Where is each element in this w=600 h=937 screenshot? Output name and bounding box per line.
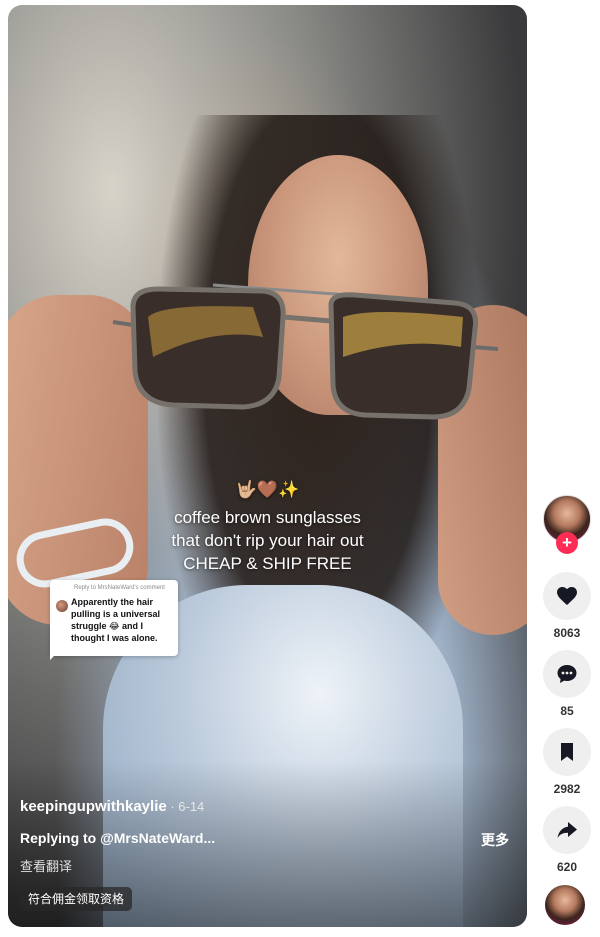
video-caption-overlay: 🤟🏼🤎✨ coffee brown sunglasses that don't … <box>8 480 527 575</box>
reply-comment-text: Apparently the hair pulling is a univers… <box>71 597 161 643</box>
caption-line-1: coffee brown sunglasses <box>174 508 361 527</box>
share-arrow-icon <box>557 822 577 838</box>
post-description[interactable]: Replying to @MrsNateWard... <box>20 830 215 846</box>
commission-badge[interactable]: 符合佣金领取资格 <box>20 887 133 911</box>
more-button[interactable]: 更多 <box>481 830 509 850</box>
share-count: 620 <box>556 860 578 874</box>
reply-comment-avatar <box>56 600 68 612</box>
music-disc-avatar[interactable] <box>543 883 587 927</box>
follow-plus-icon[interactable]: + <box>556 532 578 554</box>
caption-line-3: CHEAP & SHIP FREE <box>183 554 352 573</box>
reply-comment-header: Reply to MrsNateWard's comment <box>74 585 165 591</box>
author-line: keepingupwithkaylie · 6-14 <box>20 798 204 815</box>
translate-link[interactable]: 查看翻译 <box>20 856 72 875</box>
comment-button[interactable] <box>543 650 591 698</box>
caption-emoji: 🤟🏼🤎✨ <box>235 480 300 499</box>
sunglasses-image <box>112 283 499 420</box>
like-button[interactable] <box>543 572 591 620</box>
post-date: · 6-14 <box>166 799 205 814</box>
bookmark-icon <box>561 743 573 761</box>
reply-comment-card: Reply to MrsNateWard's comment Apparentl… <box>50 580 178 656</box>
author-name[interactable]: keepingupwithkaylie <box>20 798 167 815</box>
comment-bubble-icon <box>557 665 577 683</box>
share-button[interactable] <box>543 806 591 854</box>
like-count: 8063 <box>553 626 581 640</box>
heart-icon <box>557 587 577 605</box>
caption-line-2: that don't rip your hair out <box>171 531 364 550</box>
reply-comment-tail <box>50 650 60 660</box>
comment-count: 85 <box>560 704 574 718</box>
favorite-button[interactable] <box>543 728 591 776</box>
favorite-count: 2982 <box>553 782 581 796</box>
